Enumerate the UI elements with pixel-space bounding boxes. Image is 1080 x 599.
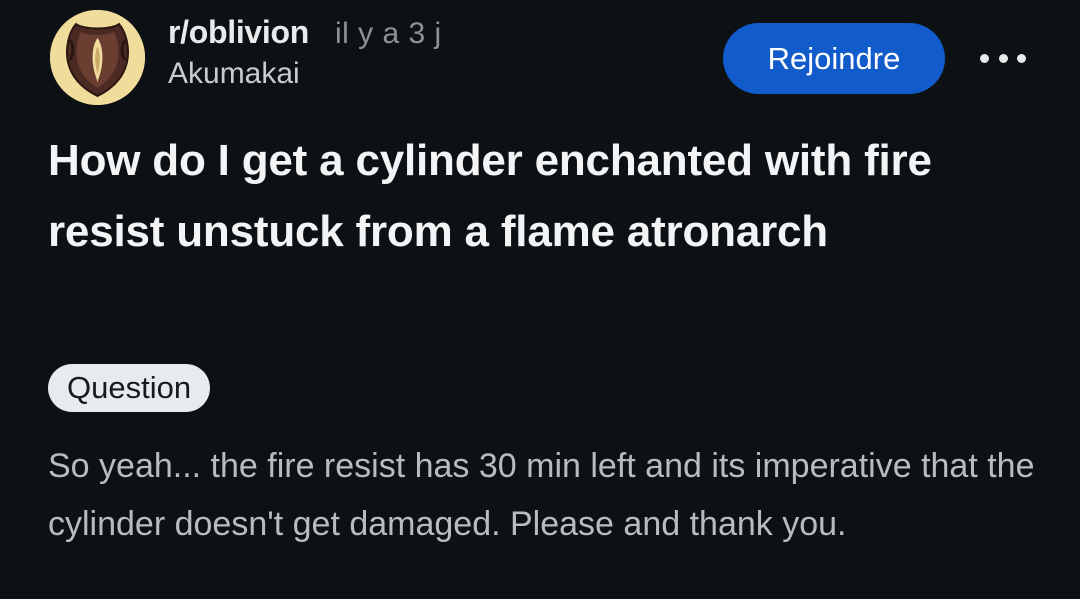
join-button[interactable]: Rejoindre	[723, 23, 945, 94]
post-body: So yeah... the fire resist has 30 min le…	[48, 447, 1035, 543]
post-meta: r/oblivion il y a 3 j Akumakai	[168, 14, 442, 91]
post-age: il y a 3 j	[335, 17, 442, 50]
post-meta-line: r/oblivion il y a 3 j	[168, 14, 442, 51]
more-options-icon[interactable]	[980, 45, 1026, 71]
more-dot	[1017, 53, 1026, 63]
post-flair[interactable]: Question	[48, 364, 211, 412]
post-title[interactable]: How do I get a cylinder enchanted with f…	[48, 125, 1038, 267]
post-author[interactable]: Akumakai	[168, 57, 442, 91]
more-dot	[980, 53, 989, 63]
oblivion-logo-icon	[50, 10, 145, 105]
more-dot	[998, 53, 1008, 63]
reddit-post: r/oblivion il y a 3 j Akumakai Rejoindre…	[0, 0, 1080, 599]
subreddit-name[interactable]: r/oblivion	[168, 14, 309, 51]
subreddit-avatar[interactable]	[50, 10, 145, 105]
